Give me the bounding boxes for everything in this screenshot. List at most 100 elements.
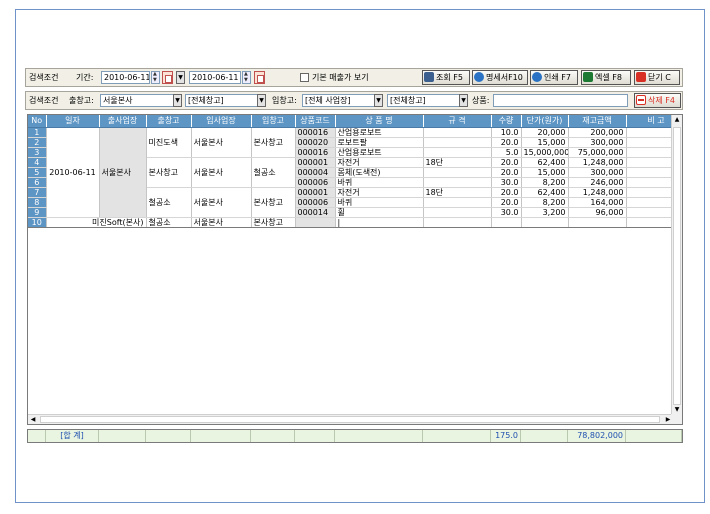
out-warehouse-cell[interactable]: 철공소 xyxy=(146,187,192,218)
product-name-cell[interactable]: | xyxy=(335,217,424,228)
out-warehouse-cell[interactable]: 본사창고 xyxy=(146,157,192,188)
product-name-cell[interactable]: 자전거 xyxy=(335,187,424,198)
qty-cell[interactable] xyxy=(491,217,522,228)
base-price-checkbox[interactable] xyxy=(300,73,309,82)
table-row[interactable]: 10 미진Soft(본사) 철공소 서울본사 본사창고 | xyxy=(28,217,682,228)
spec-cell[interactable] xyxy=(423,207,492,218)
col-header[interactable]: 상품코드 xyxy=(295,115,336,128)
col-header[interactable]: 출사업장 xyxy=(99,115,147,128)
product-code-cell[interactable]: 000016 xyxy=(295,127,336,138)
chevron-down-icon[interactable]: ▼ xyxy=(173,94,182,107)
product-name-cell[interactable]: 산업용로보트 xyxy=(335,147,424,158)
date-to-spinner[interactable] xyxy=(242,71,251,84)
in-warehouse-select[interactable]: [전체창고] xyxy=(387,94,468,107)
table-row[interactable]: 1 2010-06-11 서울본사 미진도색 서울본사 본사창고 000016 … xyxy=(28,127,682,218)
col-header[interactable]: 입창고 xyxy=(251,115,296,128)
col-header[interactable]: 상 품 명 xyxy=(335,115,424,128)
row-number[interactable]: 5 xyxy=(28,167,47,178)
data-grid[interactable]: No 일자 출사업장 출창고 입사업장 입창고 상품코드 상 품 명 규 격 수… xyxy=(27,114,683,425)
row-number[interactable]: 3 xyxy=(28,147,47,158)
vertical-scrollbar[interactable]: ▲ ▼ xyxy=(671,115,682,415)
product-code-cell[interactable]: 000001 xyxy=(295,157,336,168)
in-warehouse-cell[interactable]: 본사창고 xyxy=(251,127,296,158)
spec-cell[interactable] xyxy=(423,167,492,178)
in-site-cell[interactable]: 서울본사 xyxy=(191,127,252,158)
price-cell[interactable]: 62,400 xyxy=(521,157,569,168)
col-header[interactable]: 일자 xyxy=(46,115,100,128)
out-site-select[interactable]: 서울본사 xyxy=(100,94,182,107)
price-cell[interactable]: 15,000 xyxy=(521,167,569,178)
product-name-cell[interactable]: 자전거 xyxy=(335,157,424,168)
calendar-icon[interactable] xyxy=(254,71,265,84)
price-cell[interactable]: 3,200 xyxy=(521,207,569,218)
price-cell[interactable]: 62,400 xyxy=(521,187,569,198)
col-header[interactable]: 규 격 xyxy=(423,115,492,128)
spec-cell[interactable]: 18단 xyxy=(423,187,492,198)
qty-cell[interactable]: 20.0 xyxy=(491,157,522,168)
amount-cell[interactable]: 164,000 xyxy=(568,197,627,208)
product-name-cell[interactable]: 몸체(도색전) xyxy=(335,167,424,178)
in-site-select[interactable]: [전체 사업장] xyxy=(302,94,383,107)
price-cell[interactable]: 8,200 xyxy=(521,197,569,208)
amount-cell[interactable]: 1,248,000 xyxy=(568,157,627,168)
col-header[interactable]: 수량 xyxy=(491,115,522,128)
date-cell[interactable]: 2010-06-11 xyxy=(46,127,100,218)
product-name-cell[interactable]: 산업용로보트 xyxy=(335,127,424,138)
spec-cell[interactable] xyxy=(423,197,492,208)
row-number[interactable]: 9 xyxy=(28,207,47,218)
spec-cell[interactable]: 18단 xyxy=(423,157,492,168)
horizontal-scrollbar[interactable]: ◀ ▶ xyxy=(28,414,673,424)
qty-cell[interactable]: 30.0 xyxy=(491,207,522,218)
qty-cell[interactable]: 20.0 xyxy=(491,197,522,208)
price-cell[interactable]: 15,000 xyxy=(521,137,569,148)
query-button[interactable]: 조회 F5 xyxy=(422,70,470,85)
chevron-down-icon[interactable]: ▼ xyxy=(257,94,266,107)
out-warehouse-cell[interactable]: 미진도색 xyxy=(146,127,192,158)
product-code-cell[interactable]: 000004 xyxy=(295,167,336,178)
amount-cell[interactable] xyxy=(568,217,627,228)
product-code-cell[interactable] xyxy=(295,217,336,228)
row-number[interactable]: 6 xyxy=(28,177,47,188)
delete-button[interactable]: 삭제 F4 xyxy=(634,93,681,108)
out-warehouse-select[interactable]: [전체창고] xyxy=(185,94,266,107)
in-warehouse-cell[interactable]: 본사창고 xyxy=(251,187,296,218)
out-warehouse-cell[interactable]: 철공소 xyxy=(146,217,192,228)
spec-cell[interactable] xyxy=(423,137,492,148)
spec-cell[interactable] xyxy=(423,127,492,138)
product-name-cell[interactable]: 바퀴 xyxy=(335,177,424,188)
scroll-up-icon[interactable]: ▲ xyxy=(672,115,682,125)
date-from-spinner[interactable] xyxy=(151,71,160,84)
detail-button[interactable]: 명세서F10 xyxy=(472,70,528,85)
close-button[interactable]: 닫기 C xyxy=(634,70,680,85)
col-header[interactable]: 출창고 xyxy=(146,115,192,128)
price-cell[interactable]: 15,000,000 xyxy=(521,147,569,158)
row-number[interactable]: 8 xyxy=(28,197,47,208)
calendar-icon[interactable] xyxy=(162,71,173,84)
price-cell[interactable] xyxy=(521,217,569,228)
in-warehouse-cell[interactable]: 철공소 xyxy=(251,157,296,188)
product-code-cell[interactable]: 000001 xyxy=(295,187,336,198)
date-from-field[interactable]: 2010-06-11 xyxy=(101,71,150,84)
row-number[interactable]: 4 xyxy=(28,157,47,168)
product-name-cell[interactable]: 로보트팔 xyxy=(335,137,424,148)
col-header[interactable]: 입사업장 xyxy=(191,115,252,128)
product-code-cell[interactable]: 000020 xyxy=(295,137,336,148)
row-number[interactable]: 2 xyxy=(28,137,47,148)
in-site-cell[interactable]: 서울본사 xyxy=(191,217,252,228)
amount-cell[interactable]: 200,000 xyxy=(568,127,627,138)
print-button[interactable]: 인쇄 F7 xyxy=(530,70,578,85)
product-code-cell[interactable]: 000016 xyxy=(295,147,336,158)
qty-cell[interactable]: 20.0 xyxy=(491,137,522,148)
scroll-left-icon[interactable]: ◀ xyxy=(28,415,38,424)
product-code-cell[interactable]: 000006 xyxy=(295,197,336,208)
qty-cell[interactable]: 20.0 xyxy=(491,167,522,178)
spec-cell[interactable] xyxy=(423,177,492,188)
out-site-cell[interactable]: 미진Soft(본사) xyxy=(46,217,147,228)
qty-cell[interactable]: 30.0 xyxy=(491,177,522,188)
amount-cell[interactable]: 1,248,000 xyxy=(568,187,627,198)
in-site-cell[interactable]: 서울본사 xyxy=(191,187,252,218)
qty-cell[interactable]: 5.0 xyxy=(491,147,522,158)
qty-cell[interactable]: 20.0 xyxy=(491,187,522,198)
in-site-cell[interactable]: 서울본사 xyxy=(191,157,252,188)
spec-cell[interactable] xyxy=(423,217,492,228)
